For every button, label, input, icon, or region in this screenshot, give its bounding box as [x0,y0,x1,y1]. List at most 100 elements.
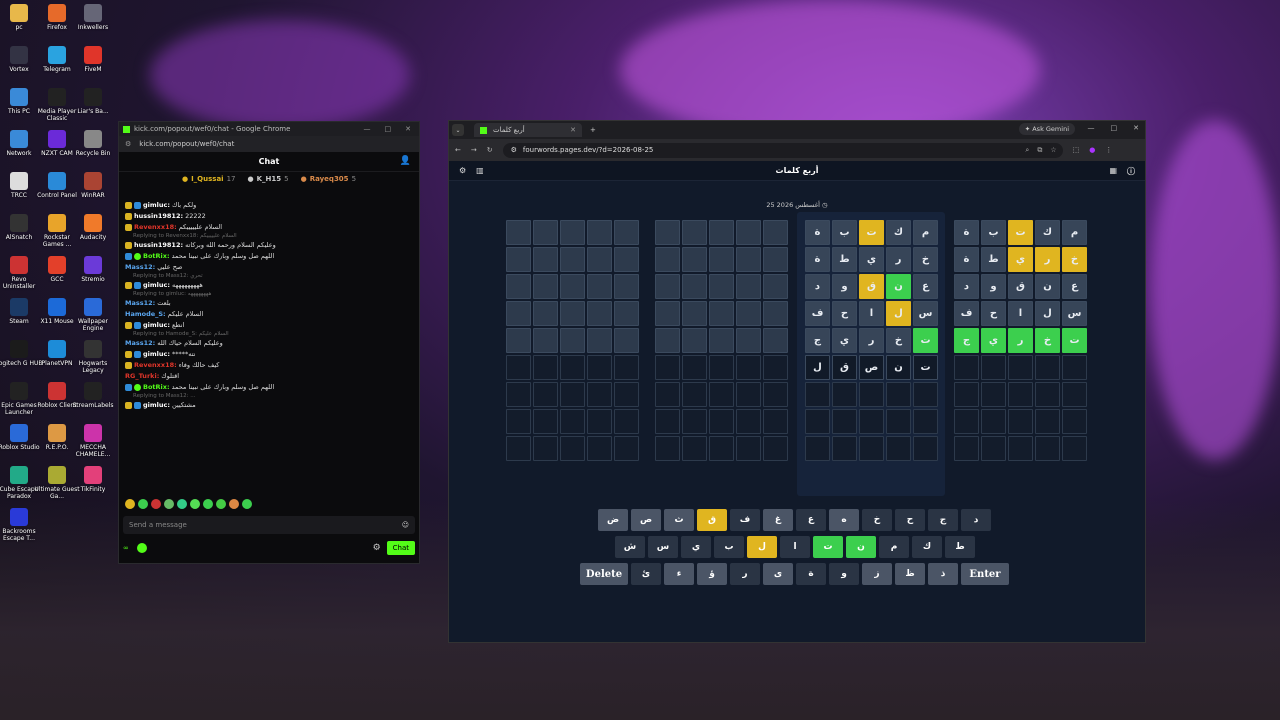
emote-icon[interactable] [164,499,174,509]
profile-icon[interactable]: ● [1089,146,1095,154]
desktop-icon[interactable]: Recycle Bin [74,128,112,170]
ask-gemini-button[interactable]: ✦ Ask Gemini [1018,123,1075,135]
chat-username[interactable]: RG_Turki: [125,371,159,382]
chat-username[interactable]: Revenxx18: [134,360,177,371]
emote-icon[interactable] [151,499,161,509]
desktop-icon[interactable]: Media Player Classic [38,86,76,128]
letter-key[interactable]: ع [796,509,826,531]
desktop-icon[interactable]: Liar's Ba... [74,86,112,128]
chat-username[interactable]: hussin19812: [134,240,183,251]
desktop-icon[interactable]: Roblox Client [37,380,77,422]
emote-icon[interactable] [216,499,226,509]
desktop-icon[interactable]: Wallpaper Engine [74,296,112,338]
address-bar[interactable]: ⚙ fourwords.pages.dev/?d=2026-08-25 ⌕ ⧉ … [502,142,1063,158]
chat-username[interactable]: Hamode_S: [125,309,166,320]
letter-key[interactable]: ه [829,509,859,531]
calendar-icon[interactable]: ▦ [1109,166,1117,177]
back-icon[interactable]: ← [455,146,461,154]
desktop-icon[interactable]: Revo Uninstaller [0,254,38,296]
chat-username[interactable]: hussin19812: [134,211,183,222]
letter-key[interactable]: خ [862,509,892,531]
site-info-icon[interactable]: ⚙ [511,146,517,154]
chat-url-bar[interactable]: ⚙ kick.com/popout/wef0/chat [119,136,419,152]
desktop-icon[interactable]: Logitech G HUB [0,338,43,380]
chat-username[interactable]: Mass12: [125,298,155,309]
letter-key[interactable]: ب [714,536,744,558]
install-icon[interactable]: ⧉ [1037,146,1042,155]
send-message-input[interactable]: Send a message ☺ [123,516,415,534]
settings-gear-icon[interactable]: ⚙ [373,543,381,553]
letter-key[interactable]: و [829,563,859,585]
letter-key[interactable]: ج [928,509,958,531]
letter-key[interactable]: ض [598,509,628,531]
zoom-icon[interactable]: ⌕ [1025,146,1029,155]
letter-key[interactable]: ء [664,563,694,585]
chat-username[interactable]: BotRix: [143,251,170,262]
menu-icon[interactable]: ⋮ [1105,146,1112,154]
leader-entry[interactable]: ● Rayeq305 5 [301,175,356,183]
desktop-icon[interactable]: Stremio [74,254,112,296]
letter-key[interactable]: ث [664,509,694,531]
desktop-icon[interactable]: GCC [38,254,76,296]
letter-key[interactable]: غ [763,509,793,531]
desktop-icon[interactable]: Epic Games Launcher [0,380,38,422]
chat-username[interactable]: Mass12: [125,262,155,273]
chat-send-button[interactable]: Chat [386,541,415,555]
desktop-icon[interactable]: Telegram [38,44,76,86]
letter-key[interactable]: ى [763,563,793,585]
leader-entry[interactable]: ● I_Qussai 17 [182,175,236,183]
chat-username[interactable]: gimluc: [143,200,170,211]
site-info-icon[interactable]: ⚙ [125,140,131,148]
close-icon[interactable]: ✕ [405,125,411,133]
delete-key[interactable]: Delete [580,563,628,585]
minimize-icon[interactable]: — [1088,124,1095,132]
desktop-icon[interactable]: WinRAR [74,170,112,212]
desktop-icon[interactable]: StreamLabels [72,380,114,422]
letter-key[interactable]: ن [846,536,876,558]
maximize-icon[interactable]: □ [385,125,392,133]
letter-key[interactable]: ة [796,563,826,585]
letter-key[interactable]: ط [945,536,975,558]
extensions-icon[interactable]: ⬚ [1073,146,1080,154]
desktop-icon[interactable]: Inkwellers [74,2,112,44]
desktop-icon[interactable]: FiveM [74,44,112,86]
letter-key[interactable]: ق [697,509,727,531]
emote-icon[interactable] [125,499,135,509]
letter-key[interactable]: ك [912,536,942,558]
desktop-icon[interactable]: Ultimate Guest Ga... [34,464,80,506]
letter-key[interactable]: ي [681,536,711,558]
emote-icon[interactable] [138,499,148,509]
emote-icon[interactable] [229,499,239,509]
tab-close-icon[interactable]: ✕ [570,126,576,134]
desktop-icon[interactable]: Network [0,128,38,170]
chat-window-titlebar[interactable]: kick.com/popout/wef0/chat - Google Chrom… [119,122,419,136]
letter-key[interactable]: ح [895,509,925,531]
desktop-icon[interactable]: Audacity [74,212,112,254]
bookmark-star-icon[interactable]: ☆ [1050,146,1056,155]
desktop-icon[interactable]: Firefox [38,2,76,44]
kick-logo-icon[interactable] [136,543,147,553]
desktop-icon[interactable]: Vortex [0,44,38,86]
emote-icon[interactable] [203,499,213,509]
info-icon[interactable]: ⓘ [1127,166,1135,177]
desktop-icon[interactable]: Hogwarts Legacy [74,338,112,380]
close-icon[interactable]: ✕ [1133,124,1139,132]
letter-key[interactable]: ت [813,536,843,558]
letter-key[interactable]: ف [730,509,760,531]
stats-icon[interactable]: ▥ [476,166,484,175]
forward-icon[interactable]: → [471,146,477,154]
tab-search-icon[interactable]: ⌄ [452,124,464,136]
desktop-icon[interactable]: TRCC [0,170,38,212]
letter-key[interactable]: ش [615,536,645,558]
desktop-icon[interactable]: Control Panel [37,170,77,212]
letter-key[interactable]: ذ [928,563,958,585]
letter-key[interactable]: ؤ [697,563,727,585]
letter-key[interactable]: ر [730,563,760,585]
tab-fourwords[interactable]: أربع كلمات ✕ [474,123,582,137]
letter-key[interactable]: ل [747,536,777,558]
letter-key[interactable]: د [961,509,991,531]
desktop-icon[interactable]: Backrooms Escape T... [0,506,38,548]
emote-icon[interactable] [177,499,187,509]
chat-username[interactable]: gimluc: [143,349,170,360]
users-icon[interactable]: 👤 [400,156,411,166]
